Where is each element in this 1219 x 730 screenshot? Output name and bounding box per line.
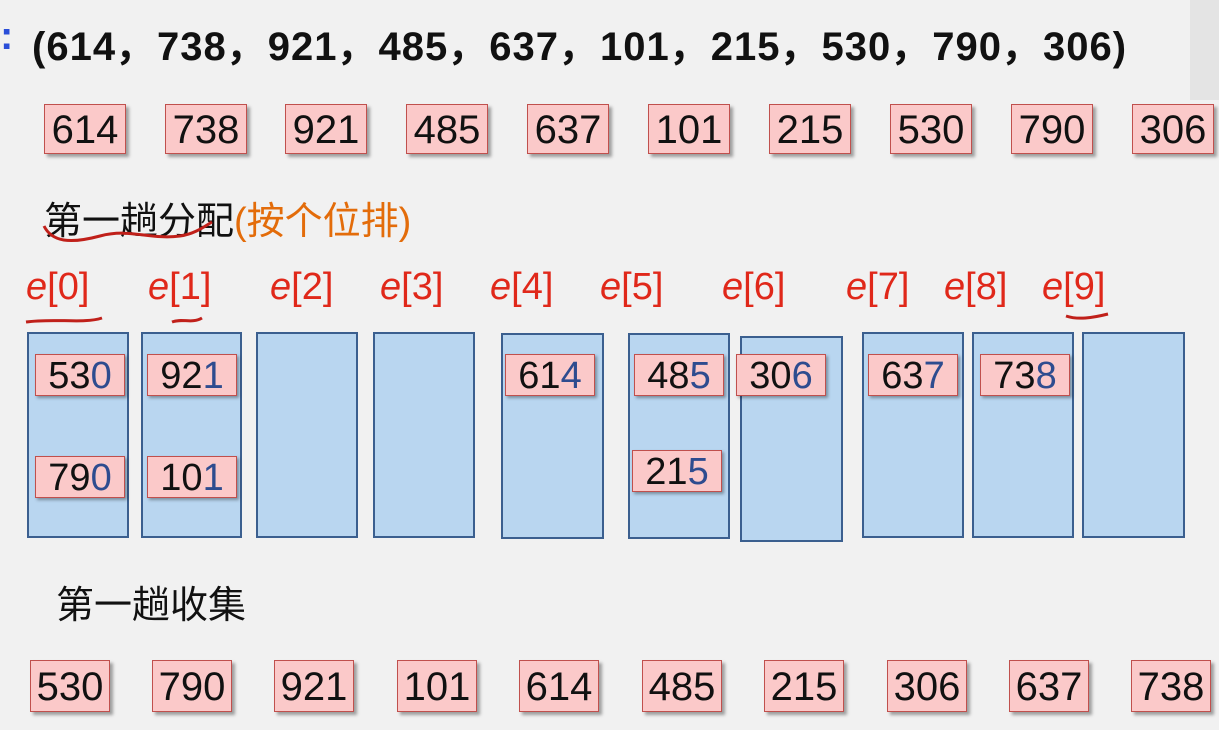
label-underline-1	[171, 316, 203, 324]
output-cell: 306	[887, 660, 967, 712]
output-cell: 101	[397, 660, 477, 712]
input-cell: 921	[285, 104, 367, 154]
sequence-header: (614，738，921，485，637，101，215，530，790，306…	[32, 25, 1128, 69]
bucket-1-item-1: 101	[147, 456, 237, 499]
output-cell: 637	[1009, 660, 1089, 712]
bucket-label-3: e[3]	[380, 266, 444, 308]
bucket-4-item-0: 614	[505, 354, 595, 397]
bucket-label-4: e[4]	[490, 266, 554, 308]
handwritten-underline	[42, 220, 213, 243]
bucket-label-0: e[0]	[26, 266, 90, 308]
bucket-0-item-0: 530	[35, 354, 125, 397]
input-cell: 614	[44, 104, 126, 154]
input-cell: 215	[769, 104, 851, 154]
input-cell: 637	[527, 104, 609, 154]
bucket-label-2: e[2]	[270, 266, 334, 308]
bucket-2	[256, 332, 358, 538]
label-underline-0	[25, 316, 103, 324]
header-colon: :	[0, 14, 14, 58]
scroll-edge	[1190, 0, 1219, 100]
output-cell: 485	[642, 660, 722, 712]
bucket-0-item-1: 790	[35, 456, 125, 499]
output-cell: 790	[152, 660, 232, 712]
label-underline-9	[1065, 312, 1109, 320]
bucket-label-6: e[6]	[722, 266, 786, 308]
bucket-label-7: e[7]	[846, 266, 910, 308]
input-cell: 101	[648, 104, 730, 154]
output-cell: 530	[30, 660, 110, 712]
bucket-8-item-0: 738	[980, 354, 1070, 397]
output-cell: 738	[1131, 660, 1211, 712]
input-cell: 530	[890, 104, 972, 154]
input-cell: 306	[1132, 104, 1214, 154]
bucket-label-8: e[8]	[944, 266, 1008, 308]
bucket-7-item-0: 637	[868, 354, 958, 397]
bucket-6-item-0: 306	[736, 354, 826, 397]
bucket-label-9: e[9]	[1042, 266, 1106, 308]
output-cell: 921	[274, 660, 354, 712]
bucket-3	[373, 332, 475, 538]
bucket-label-1: e[1]	[148, 266, 212, 308]
input-cell: 485	[406, 104, 488, 154]
output-cell: 614	[519, 660, 599, 712]
input-cell: 790	[1011, 104, 1093, 154]
bucket-label-5: e[5]	[600, 266, 664, 308]
bucket-9	[1082, 332, 1185, 538]
bucket-5-item-1: 215	[632, 450, 722, 493]
bucket-5-item-0: 485	[634, 354, 724, 397]
output-cell: 215	[764, 660, 844, 712]
input-cell: 738	[165, 104, 247, 154]
collect-title: 第一趟收集	[56, 585, 247, 627]
distribute-note: (按个位排)	[234, 201, 412, 243]
bucket-1-item-0: 921	[147, 354, 237, 397]
